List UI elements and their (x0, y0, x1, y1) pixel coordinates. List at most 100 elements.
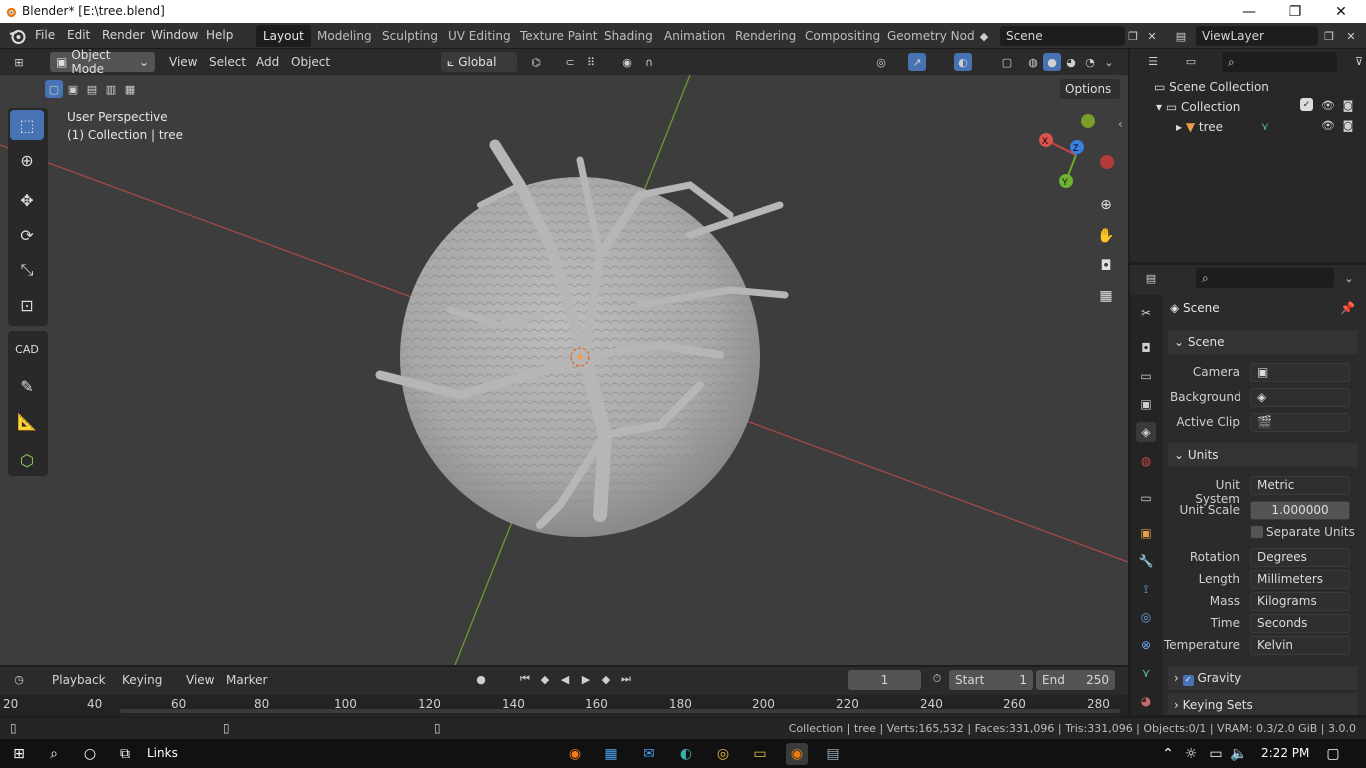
scene-selector-icon[interactable]: ◆ (975, 27, 993, 45)
scale-tool[interactable]: ⤡ (10, 255, 44, 285)
solid-shading-icon[interactable]: ● (1043, 53, 1061, 71)
end-frame-field[interactable]: End 250 (1036, 670, 1115, 690)
play-reverse-icon[interactable]: ◀ (556, 670, 574, 688)
viewport-menu-select[interactable]: Select (209, 55, 246, 69)
unit-scale-field[interactable]: 1.000000 (1250, 501, 1350, 520)
record-keyframe-icon[interactable]: ● (472, 670, 490, 688)
collection-checkbox-icon[interactable]: ✓ (1300, 98, 1313, 111)
physics-tab-icon[interactable]: ◎ (1136, 607, 1156, 627)
overlays-toggle-icon[interactable]: ◐ (954, 53, 972, 71)
tab-geometry-nodes[interactable]: Geometry Nod (880, 25, 982, 47)
outliner-row-tree[interactable]: ▸ ▼ tree (1176, 120, 1223, 134)
volume-icon[interactable]: 🔈 (1228, 743, 1250, 765)
file-explorer-taskbar-icon[interactable]: ▭ (749, 743, 771, 765)
pivot-point-icon[interactable]: ⌬ (527, 53, 545, 71)
object-tab-icon[interactable]: ▣ (1136, 523, 1156, 543)
jump-prev-keyframe-icon[interactable]: ◆ (536, 670, 554, 688)
object-mode-dropdown[interactable]: ▣ Object Mode ⌄ (50, 48, 155, 76)
select-box-tool[interactable]: ⬚ (10, 110, 44, 140)
xray-toggle-icon[interactable]: ▢ (998, 53, 1016, 71)
data-tab-icon[interactable]: ⋎ (1136, 663, 1156, 683)
pan-button[interactable]: ✋ (1093, 223, 1119, 249)
tab-rendering[interactable]: Rendering (728, 25, 803, 47)
3d-viewport[interactable]: ▢ ▣ ▤ ▥ ▦ User Perspective (1) Collectio… (0, 75, 1128, 665)
collection-render-camera-icon[interactable]: ◙ (1339, 96, 1357, 114)
collection-visibility-eye-icon[interactable]: 👁 (1319, 96, 1337, 114)
tab-layout[interactable]: Layout (256, 25, 311, 47)
jump-end-icon[interactable]: ⏭ (617, 670, 635, 688)
display-mode-icon[interactable]: ▭ (1182, 52, 1200, 70)
viewlayer-field[interactable]: ViewLayer (1196, 26, 1318, 46)
delete-scene-icon[interactable]: ✕ (1143, 27, 1161, 45)
timeline-ruler[interactable]: 20 40 60 80 100 120 140 160 180 200 220 … (0, 695, 1128, 717)
scene-section-header[interactable]: ⌄ Scene (1168, 330, 1358, 354)
move-tool[interactable]: ✥ (10, 185, 44, 215)
store-taskbar-icon[interactable]: ▦ (600, 743, 622, 765)
menu-window[interactable]: Window (151, 28, 198, 42)
tool-tab-icon[interactable]: ✂ (1136, 303, 1156, 323)
calculator-taskbar-icon[interactable]: ▤ (822, 743, 844, 765)
outliner-search-input[interactable]: ⌕ (1222, 52, 1337, 72)
timeline-menu-view[interactable]: View (186, 673, 214, 687)
unit-system-dropdown[interactable]: Metric (1250, 476, 1350, 495)
pin-icon[interactable]: 📌 (1340, 301, 1355, 315)
outliner-row-scene-collection[interactable]: ▭ Scene Collection (1154, 80, 1269, 94)
notifications-icon[interactable]: ▢ (1322, 743, 1344, 765)
clock[interactable]: 2:22 PM (1261, 746, 1309, 760)
material-tab-icon[interactable]: ◕ (1136, 691, 1156, 711)
timeline-scrollbar[interactable] (120, 709, 1120, 713)
constraints-tab-icon[interactable]: ⊗ (1136, 635, 1156, 655)
mass-dropdown[interactable]: Kilograms (1250, 592, 1350, 611)
start-frame-field[interactable]: Start 1 (949, 670, 1033, 690)
current-frame-field[interactable]: 1 (848, 670, 921, 690)
visibility-icon[interactable]: ◎ (872, 53, 890, 71)
navigation-gizmo[interactable]: X Y Z (1030, 110, 1120, 200)
snap-target-icon[interactable]: ⠿ (582, 53, 600, 71)
new-scene-icon[interactable]: ❐ (1124, 27, 1142, 45)
outliner-editor-icon[interactable]: ☰ (1144, 52, 1162, 70)
gravity-section-header[interactable]: › ✓ Gravity (1168, 666, 1358, 690)
viewport-menu-add[interactable]: Add (256, 55, 279, 69)
shading-options-icon[interactable]: ⌄ (1100, 53, 1118, 71)
units-section-header[interactable]: ⌄ Units (1168, 443, 1358, 467)
brightness-icon[interactable]: ☼ (1180, 743, 1202, 765)
play-icon[interactable]: ▶ (577, 670, 595, 688)
properties-options-icon[interactable]: ⌄ (1340, 269, 1358, 287)
tray-chevron-icon[interactable]: ⌃ (1157, 743, 1179, 765)
temperature-dropdown[interactable]: Kelvin (1250, 636, 1350, 655)
view-layer-tab-icon[interactable]: ▣ (1136, 394, 1156, 414)
links-toolbar[interactable]: Links (147, 746, 178, 760)
world-tab-icon[interactable]: ◍ (1136, 451, 1156, 471)
scene-field[interactable]: Scene (1000, 26, 1125, 46)
separate-units-checkbox[interactable] (1251, 526, 1263, 538)
tab-sculpting[interactable]: Sculpting (375, 25, 445, 47)
select-box-extend-icon[interactable]: ▣ (64, 80, 82, 98)
task-view-button[interactable]: ⧉ (114, 743, 136, 765)
rotate-tool[interactable]: ⟳ (10, 220, 44, 250)
select-box-new-icon[interactable]: ▢ (45, 80, 63, 98)
menu-file[interactable]: File (35, 28, 55, 42)
network-icon[interactable]: ▭ (1205, 743, 1227, 765)
select-box-invert-icon[interactable]: ▥ (102, 80, 120, 98)
zoom-button[interactable]: ⊕ (1093, 192, 1119, 218)
rotation-dropdown[interactable]: Degrees (1250, 548, 1350, 567)
output-tab-icon[interactable]: ▭ (1136, 366, 1156, 386)
blender-menu-icon[interactable] (9, 28, 26, 45)
menu-edit[interactable]: Edit (67, 28, 90, 42)
collection-tab-icon[interactable]: ▭ (1136, 488, 1156, 508)
cad-tool[interactable]: CAD (10, 334, 44, 364)
viewlayer-selector-icon[interactable]: ▤ (1172, 27, 1190, 45)
tab-modeling[interactable]: Modeling (310, 25, 379, 47)
menu-render[interactable]: Render (102, 28, 145, 42)
select-box-intersect-icon[interactable]: ▦ (121, 80, 139, 98)
camera-field[interactable]: ▣ (1250, 363, 1350, 382)
tab-compositing[interactable]: Compositing (798, 25, 887, 47)
tab-animation[interactable]: Animation (657, 25, 732, 47)
measure-tool[interactable]: 📐 (10, 406, 44, 436)
wireframe-shading-icon[interactable]: ◍ (1024, 53, 1042, 71)
time-dropdown[interactable]: Seconds (1250, 614, 1350, 633)
filter-icon[interactable]: ⊽ (1350, 52, 1366, 70)
transform-orientation-dropdown[interactable]: ⟀ Global (441, 52, 517, 72)
snap-icon[interactable]: ⊂ (561, 53, 579, 71)
annotate-tool[interactable]: ✎ (10, 371, 44, 401)
